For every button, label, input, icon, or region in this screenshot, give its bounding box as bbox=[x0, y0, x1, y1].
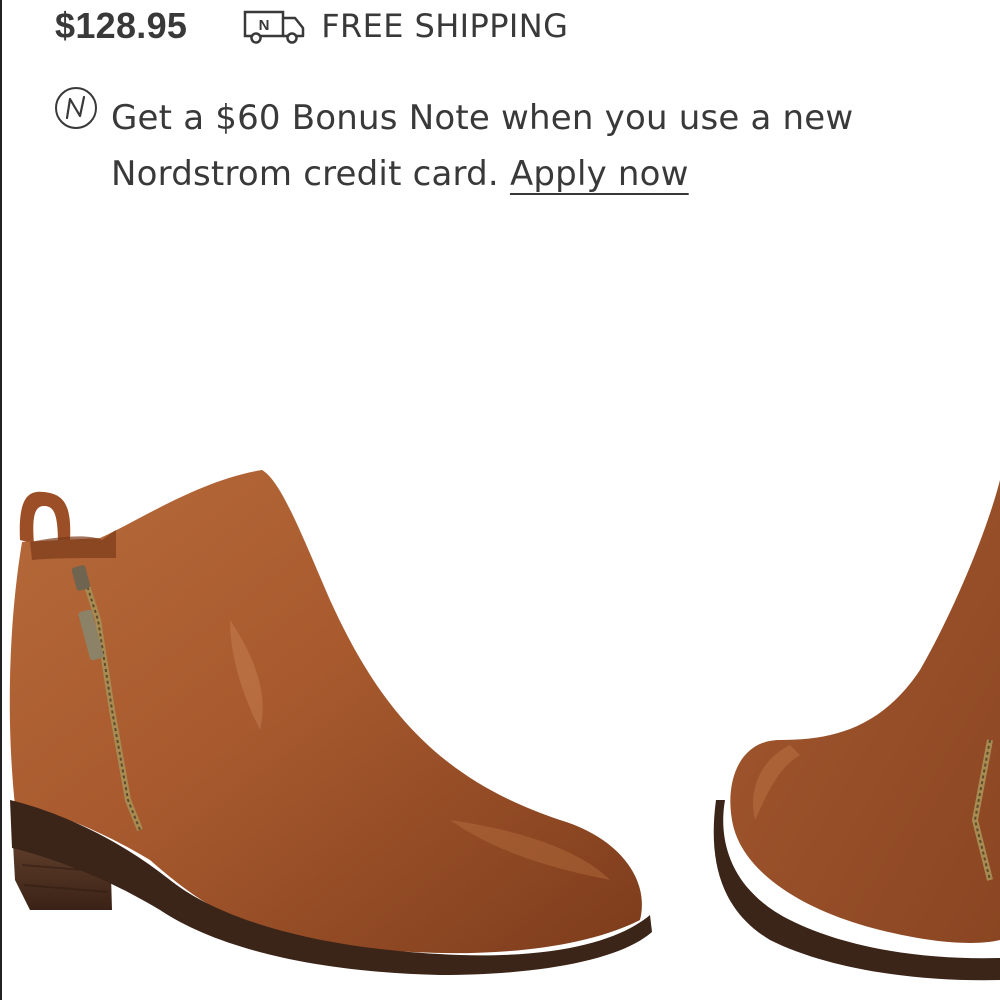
price-shipping-row: $128.95 N FREE SHIPPING bbox=[55, 4, 568, 48]
product-image[interactable] bbox=[0, 440, 1000, 1000]
left-boot bbox=[9, 470, 652, 975]
promo-text: Get a $60 Bonus Note when you use a new … bbox=[111, 98, 854, 194]
apply-now-link[interactable]: Apply now bbox=[510, 154, 689, 194]
right-boot bbox=[713, 480, 1000, 981]
free-shipping-label: FREE SHIPPING bbox=[321, 7, 569, 45]
promo-message: Get a $60 Bonus Note when you use a new … bbox=[111, 90, 931, 202]
delivery-truck-icon: N bbox=[243, 10, 305, 44]
product-price: $128.95 bbox=[55, 5, 188, 46]
nordstrom-n-icon bbox=[55, 87, 97, 129]
svg-text:N: N bbox=[259, 17, 270, 34]
